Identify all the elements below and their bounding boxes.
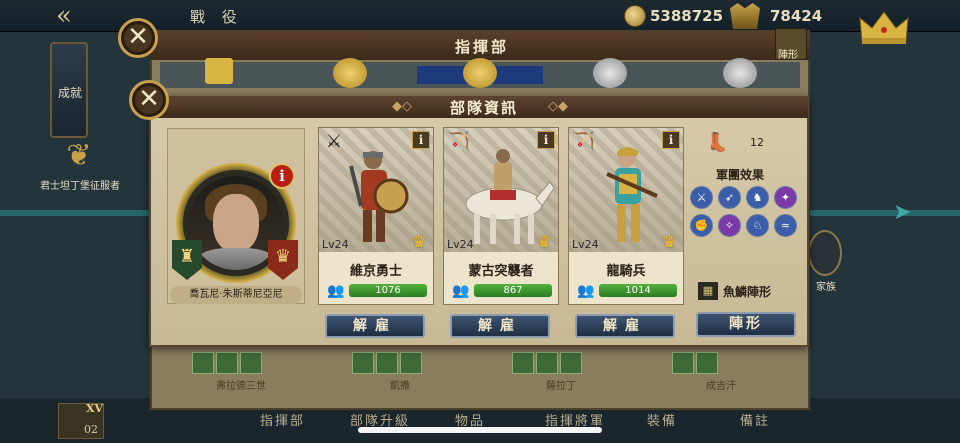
unit-card-dragoon[interactable]: 🏹 i Lv24 ♛ 龍騎兵 👥 1014 [568,127,684,305]
viking-figure [349,151,409,242]
bottom-tab-command[interactable]: 指揮部 [260,410,305,429]
crown-icon: ♛ [411,232,427,251]
legion-effects-grid: ⚔ ➶ ♞ ✦ ✊ ✧ ♘ ≈ [690,186,800,237]
squad-commander-label: 凱撒 [390,381,410,392]
crown-icon: ♛ [661,232,677,251]
commander-name: 喬瓦尼·朱斯蒂尼亞尼 [170,286,302,304]
modal-title: 部隊資訊 [449,99,518,117]
squad-slot-icon [672,352,694,374]
squad-slot-icon [400,352,422,374]
squad-row-1[interactable] [192,352,262,376]
bottom-tab-equipment[interactable]: 裝備 [647,410,677,429]
power-amount: 78424 [770,7,823,25]
info-icon[interactable]: i [537,131,555,149]
unit-name: 龍騎兵 [606,264,646,279]
command-formation-label: 陣形 [778,50,798,61]
family-button[interactable] [808,230,842,276]
crossbow-icon: 🏹 [572,131,596,152]
silver-helmet-step-icon-2[interactable] [723,58,757,88]
unit-level: Lv24 [447,238,474,251]
gold-helmet-active-step-icon[interactable] [463,58,497,88]
dismiss-button-1[interactable]: 解雇 [325,314,425,338]
squad-row-4[interactable] [672,352,718,376]
conqueror-title: 君士坦丁堡征服者 [40,181,120,192]
ornament-icon: ◇◆ [548,99,568,114]
march-speed-value: 12 [750,136,764,149]
effect-fist-icon[interactable]: ✊ [690,214,713,237]
troop-icon: 👥 [577,283,595,299]
unit-name: 維京勇士 [349,264,402,279]
troop-count: 1014 [625,285,651,296]
squad-commander-label: 薩拉丁 [546,381,576,392]
squad-slot-icon [240,352,262,374]
effect-magic-icon[interactable]: ✧ [718,214,741,237]
squad-slot-icon [352,352,374,374]
achievement-label: 成就 [58,86,83,100]
bow-icon: 🏹 [447,131,471,152]
formation-button[interactable]: 陣形 [696,312,796,337]
bottom-tab-notes[interactable]: 備註 [740,410,770,429]
grid-step-icon[interactable] [205,58,233,84]
squad-commander-label: 弗拉德三世 [216,381,266,392]
formation-name: 魚鱗陣形 [723,285,772,299]
dismiss-button-2[interactable]: 解雇 [450,314,550,338]
boot-icon: 👢 [706,132,729,153]
gold-amount: 5388725 [650,7,724,25]
gold-helmet-step-icon[interactable] [333,58,367,88]
close-icon[interactable]: ✕ [129,80,169,120]
unit-level: Lv24 [322,238,349,251]
command-title: 指揮部 [455,38,510,56]
effect-horse-icon[interactable]: ♘ [746,214,769,237]
chapter-numeral: XV [86,402,104,415]
info-icon[interactable]: i [662,131,680,149]
dragoon-figure [606,147,658,242]
path-arrow-icon: ➤ [893,200,912,225]
laurel-icon: ❦ [66,138,92,173]
effect-infantry-icon[interactable]: ⚔ [690,186,713,209]
squad-slot-icon [696,352,718,374]
dismiss-button-3[interactable]: 解雇 [575,314,675,338]
achievement-badge[interactable]: 成就 [50,42,88,138]
silver-helmet-step-icon[interactable] [593,58,627,88]
squad-commander-label: 成吉汗 [706,381,736,392]
effect-archer-icon[interactable]: ➶ [718,186,741,209]
squad-row-3[interactable] [512,352,582,376]
troop-icon: 👥 [452,283,470,299]
family-label: 家族 [816,282,836,293]
squad-slot-icon [560,352,582,374]
unit-level: Lv24 [572,238,599,251]
squad-slot-icon [512,352,534,374]
squad-slot-icon [216,352,238,374]
back-arrow-icon[interactable]: « [44,2,84,30]
effect-cavalry-icon[interactable]: ♞ [746,186,769,209]
gold-coin-icon [624,5,646,27]
info-icon[interactable]: i [269,163,295,189]
portrait-face [213,194,259,252]
portrait-armor [197,248,275,270]
info-icon[interactable]: i [412,131,430,149]
troop-icon: 👥 [327,283,345,299]
squad-slot-icon [536,352,558,374]
unit-name: 蒙古突襲者 [468,264,534,279]
troop-count: 1076 [375,285,401,296]
ornament-icon: ◆◇ [392,99,412,114]
unit-card-viking[interactable]: ⚔ i Lv24 ♛ 維京勇士 👥 1076 [318,127,434,305]
troop-count: 867 [503,285,523,296]
swords-icon: ⚔ [325,131,343,152]
screen-title: 戰 役 [190,8,243,26]
chapter-number: 02 [84,423,98,436]
crown-icon: ♛ [536,232,552,251]
effect-wave-icon[interactable]: ≈ [774,214,797,237]
unit-card-mongol[interactable]: 🏹 i Lv24 ♛ 蒙古突襲者 👥 867 [443,127,559,305]
squad-slot-icon [192,352,214,374]
legion-effects-title: 軍團效果 [716,168,765,182]
squad-row-2[interactable] [352,352,422,376]
formation-icon: ▦ [698,282,718,300]
close-icon[interactable]: ✕ [118,18,158,58]
home-indicator[interactable] [358,427,602,433]
crown-icon[interactable] [858,8,910,46]
squad-slot-icon [376,352,398,374]
effect-special-icon[interactable]: ✦ [774,186,797,209]
